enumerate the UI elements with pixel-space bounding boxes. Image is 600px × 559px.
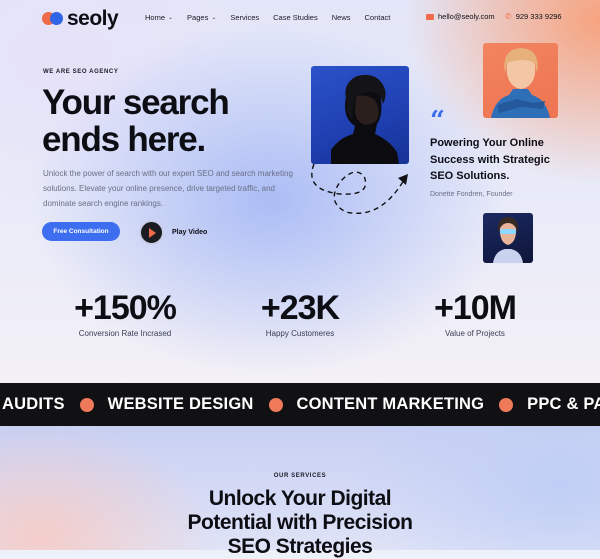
nav-label: Services [230,13,260,22]
ticker-dot-icon [79,397,94,412]
hero-title-line-1: Your search [42,83,230,122]
hero-eyebrow: WE ARE SEO AGENCY [43,69,119,75]
nav-label: Pages [187,13,209,22]
nav-label: News [331,13,351,22]
stat-value: +150% [74,289,177,327]
stat-label: Value of Projects [445,329,505,338]
nav-item-services[interactable]: Services [230,13,259,22]
nav-label: Case Studies [273,13,318,22]
chevron-down-icon: ⌄ [211,15,217,21]
quote-icon: “ [430,106,445,136]
nav-item-contact[interactable]: Contact [365,13,391,22]
stat-conversion: +150% Conversion Rate Incrased [45,290,205,338]
nav-label: Home [145,13,166,22]
man-portrait-image [311,66,409,164]
ticker-item: WEBSITE DESIGN [107,395,254,413]
nav-item-pages[interactable]: Pages ⌄ [187,13,216,22]
header-phone-link[interactable]: ✆ 929 333 9296 [505,12,562,21]
nav-label: Contact [364,13,391,22]
play-video-button[interactable]: Play Video [139,220,207,245]
ticker-item: PPC & PAID [527,395,600,413]
header-email-link[interactable]: hello@seoly.com [426,12,495,21]
hero-description: Unlock the power of search with our expe… [43,169,293,208]
stat-customers: +23K Happy Customeres [220,290,380,338]
services-title: Unlock Your Digital Potential with Preci… [150,487,450,559]
chevron-down-icon: ⌄ [168,15,174,21]
woman-vr-portrait-image [483,213,533,263]
nav-item-home[interactable]: Home ⌄ [145,13,173,22]
stat-label: Conversion Rate Incrased [78,329,172,338]
phone-icon: ✆ [505,12,512,21]
stat-projects: +10M Value of Projects [395,290,555,338]
nav-item-case-studies[interactable]: Case Studies [273,13,318,22]
mail-icon [426,13,434,20]
testimonial-quote: Powering Your Online Success with Strate… [430,137,550,182]
hero-title: Your search ends here. [42,84,302,158]
services-ticker: L & AUDITS WEBSITE DESIGN CONTENT MARKET… [0,383,600,426]
services-title-line-2: Potential with Precision [187,511,413,534]
ticker-item: L & AUDITS [0,395,65,413]
free-consultation-button[interactable]: Free Consultation [42,222,120,241]
logo-mark-icon [42,12,64,26]
stat-value: +10M [434,289,517,327]
play-icon [139,220,164,245]
phone-text: 929 333 9296 [515,12,562,21]
play-video-label: Play Video [172,229,208,236]
services-eyebrow: OUR SERVICES [273,473,327,479]
dashed-arrow-graphic [311,163,408,214]
main-nav: Home ⌄ Pages ⌄ Services Case Studies News … [145,13,390,22]
services-title-line-3: SEO Strategies [227,535,373,558]
logo[interactable]: seoly [42,7,119,31]
ticker-dot-icon [268,397,283,412]
hero-title-line-2: ends here. [42,120,206,159]
logo-text: seoly [67,7,119,30]
stat-label: Happy Customeres [265,329,335,338]
ticker-item: CONTENT MARKETING [296,395,485,413]
ticker-dot-icon [499,397,514,412]
testimonial-author: Donette Fondren, Founder [430,191,513,198]
nav-item-news[interactable]: News [332,13,351,22]
woman-portrait-image [483,43,558,118]
services-title-line-1: Unlock Your Digital [208,487,392,510]
stat-value: +23K [260,289,340,327]
email-text: hello@seoly.com [438,12,495,21]
